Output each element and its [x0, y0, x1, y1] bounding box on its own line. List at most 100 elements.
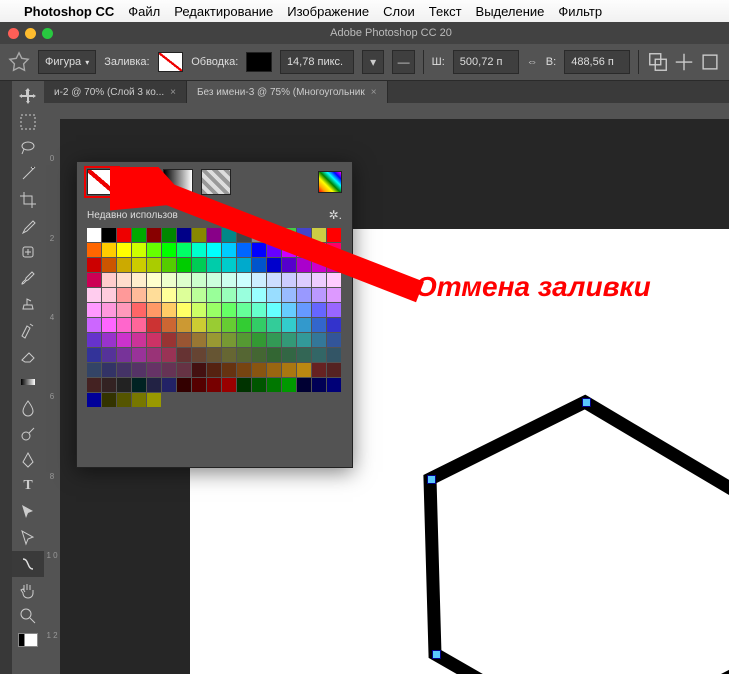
color-swatch[interactable]: [207, 228, 221, 242]
shape-tool-icon[interactable]: [8, 48, 30, 76]
color-swatch[interactable]: [102, 303, 116, 317]
gear-icon[interactable]: ✲.: [329, 208, 342, 222]
color-swatch[interactable]: [102, 228, 116, 242]
fill-none-option[interactable]: [87, 169, 117, 195]
color-swatch[interactable]: [177, 378, 191, 392]
color-swatch[interactable]: [117, 243, 131, 257]
healing-brush-tool[interactable]: [12, 239, 44, 265]
color-swatch[interactable]: [87, 243, 101, 257]
color-swatch[interactable]: [117, 348, 131, 362]
color-swatch[interactable]: [237, 303, 251, 317]
color-swatch[interactable]: [192, 258, 206, 272]
gradient-tool[interactable]: [12, 369, 44, 395]
color-swatch[interactable]: [312, 303, 326, 317]
color-swatch[interactable]: [117, 318, 131, 332]
color-swatch[interactable]: [237, 318, 251, 332]
menu-file[interactable]: Файл: [128, 4, 160, 19]
color-swatch[interactable]: [132, 288, 146, 302]
color-swatch[interactable]: [222, 378, 236, 392]
color-swatch[interactable]: [162, 258, 176, 272]
color-swatch[interactable]: [102, 393, 116, 407]
color-swatch[interactable]: [117, 288, 131, 302]
color-swatch[interactable]: [102, 273, 116, 287]
color-swatch[interactable]: [327, 363, 341, 377]
color-swatch[interactable]: [237, 363, 251, 377]
color-picker-button[interactable]: [318, 171, 342, 193]
menu-layers[interactable]: Слои: [383, 4, 415, 19]
color-swatch[interactable]: [282, 348, 296, 362]
color-swatch[interactable]: [87, 228, 101, 242]
color-swatch[interactable]: [162, 363, 176, 377]
color-swatch[interactable]: [102, 348, 116, 362]
color-swatch[interactable]: [222, 288, 236, 302]
color-swatch[interactable]: [207, 288, 221, 302]
color-swatch[interactable]: [312, 228, 326, 242]
color-swatch[interactable]: [267, 378, 281, 392]
close-window-button[interactable]: [8, 28, 19, 39]
color-swatch[interactable]: [87, 258, 101, 272]
type-tool[interactable]: T: [12, 473, 44, 499]
color-swatch[interactable]: [192, 318, 206, 332]
color-swatch[interactable]: [162, 318, 176, 332]
color-swatch[interactable]: [222, 273, 236, 287]
color-swatch[interactable]: [177, 303, 191, 317]
color-swatch[interactable]: [327, 288, 341, 302]
color-swatch[interactable]: [87, 273, 101, 287]
color-swatch[interactable]: [147, 228, 161, 242]
zoom-tool[interactable]: [12, 603, 44, 629]
eraser-tool[interactable]: [12, 343, 44, 369]
color-swatch[interactable]: [177, 333, 191, 347]
color-swatch[interactable]: [327, 303, 341, 317]
color-swatch[interactable]: [327, 318, 341, 332]
eyedropper-tool[interactable]: [12, 213, 44, 239]
color-swatch[interactable]: [177, 363, 191, 377]
color-swatch[interactable]: [327, 258, 341, 272]
color-swatch[interactable]: [87, 333, 101, 347]
color-swatch[interactable]: [267, 348, 281, 362]
color-swatch[interactable]: [207, 273, 221, 287]
color-swatch[interactable]: [207, 363, 221, 377]
color-swatch[interactable]: [162, 228, 176, 242]
color-swatch[interactable]: [282, 303, 296, 317]
color-swatch[interactable]: [252, 288, 266, 302]
color-swatch[interactable]: [327, 273, 341, 287]
path-arrange-button[interactable]: [699, 51, 721, 73]
color-swatch[interactable]: [147, 393, 161, 407]
color-swatch[interactable]: [117, 258, 131, 272]
color-swatch[interactable]: [282, 258, 296, 272]
color-swatch[interactable]: [207, 333, 221, 347]
color-swatch[interactable]: [147, 258, 161, 272]
color-swatch[interactable]: [147, 288, 161, 302]
color-swatch[interactable]: [312, 288, 326, 302]
color-swatch[interactable]: [132, 258, 146, 272]
pen-tool[interactable]: [12, 447, 44, 473]
color-swatch[interactable]: [222, 318, 236, 332]
direct-selection-tool[interactable]: [12, 525, 44, 551]
menu-select[interactable]: Выделение: [476, 4, 545, 19]
color-swatch[interactable]: [207, 378, 221, 392]
color-swatch[interactable]: [132, 363, 146, 377]
color-swatch[interactable]: [207, 348, 221, 362]
color-swatch[interactable]: [132, 228, 146, 242]
blur-tool[interactable]: [12, 395, 44, 421]
fill-gradient-option[interactable]: [163, 169, 193, 195]
color-swatch[interactable]: [132, 273, 146, 287]
color-swatch[interactable]: [177, 258, 191, 272]
color-swatch[interactable]: [252, 318, 266, 332]
color-swatch[interactable]: [162, 333, 176, 347]
color-swatch[interactable]: [252, 303, 266, 317]
menu-edit[interactable]: Редактирование: [174, 4, 273, 19]
color-swatch[interactable]: [222, 348, 236, 362]
color-swatch[interactable]: [117, 378, 131, 392]
color-swatch[interactable]: [252, 273, 266, 287]
color-swatch[interactable]: [267, 363, 281, 377]
color-swatch[interactable]: [297, 303, 311, 317]
color-swatch[interactable]: [312, 258, 326, 272]
color-swatch[interactable]: [87, 288, 101, 302]
stroke-width-field[interactable]: 14,78 пикс.: [280, 50, 354, 74]
color-picker[interactable]: [12, 629, 44, 651]
color-swatch[interactable]: [282, 243, 296, 257]
color-swatch[interactable]: [252, 243, 266, 257]
color-swatch[interactable]: [327, 228, 341, 242]
color-swatch[interactable]: [192, 348, 206, 362]
